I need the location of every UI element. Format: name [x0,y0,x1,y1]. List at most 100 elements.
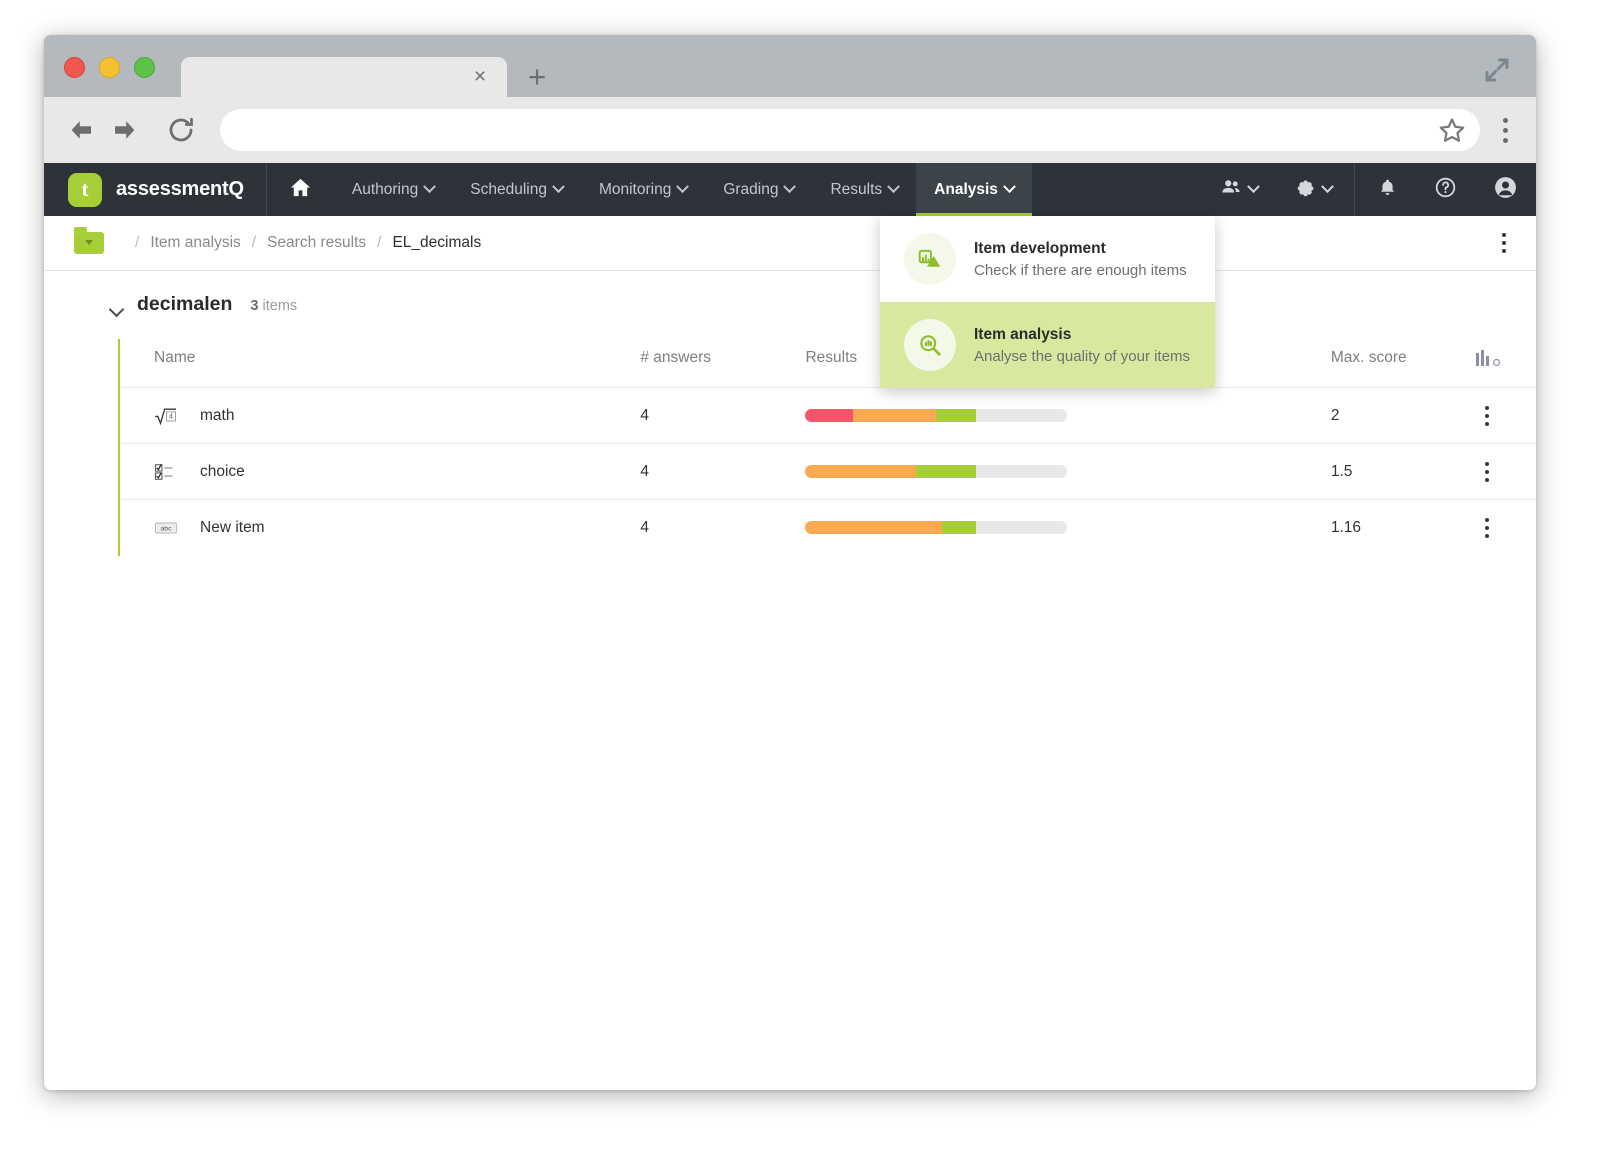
browser-toolbar [44,97,1536,163]
expand-window-icon[interactable] [1482,55,1512,85]
results-bar-segment [852,409,937,422]
column-header-max-score[interactable]: Max. score [1331,339,1476,388]
row-overflow-menu[interactable] [1476,461,1498,482]
cell-results [805,387,1331,444]
column-header-name[interactable]: Name [120,339,640,388]
nav-item-authoring[interactable]: Authoring [334,163,452,216]
cell-name: abc New item [120,499,641,556]
browser-tab[interactable]: × [181,57,507,97]
bell-icon [1377,177,1398,203]
table-row[interactable]: choice 4 1.5 [120,443,1536,500]
nav-item-results[interactable]: Results [812,163,916,216]
cell-answers: 4 [640,499,806,556]
breadcrumb-separator: / [251,234,257,251]
menu-item-texts: Item analysis Analyse the quality of you… [974,326,1190,365]
new-tab-button[interactable]: + [524,61,550,92]
cell-max-score: 2 [1330,387,1476,444]
menu-item-item-development[interactable]: Item development Check if there are enou… [880,216,1215,302]
cell-results [805,443,1331,500]
cell-name: choice [120,443,641,500]
results-bar-segment [915,465,976,478]
row-overflow-menu[interactable] [1476,405,1498,426]
math-sqrt-icon: 4 [154,406,178,426]
users-menu-button[interactable] [1202,163,1276,216]
menu-item-title: Item development [974,239,1106,257]
column-header-answers[interactable]: # answers [640,339,805,388]
close-window-button[interactable] [64,57,85,78]
app-navbar: t assessmentQ Authoring Scheduling Monit… [44,163,1536,216]
nav-home-button[interactable] [267,163,334,216]
breadcrumb-overflow-menu[interactable] [1498,229,1510,257]
svg-text:4: 4 [169,411,173,420]
nav-item-grading[interactable]: Grading [705,163,812,216]
chevron-down-icon [783,180,797,194]
cell-row-menu [1475,499,1536,556]
chevron-down-icon [676,180,690,194]
help-button[interactable] [1416,163,1475,216]
close-icon[interactable]: × [469,66,491,88]
cell-results [805,499,1331,556]
brand[interactable]: t assessmentQ [44,163,267,216]
column-settings-icon [1475,350,1536,367]
browser-window: × + t assessmentQ Authoring Scheduling M… [44,35,1536,1090]
group-count-number: 3 [250,298,259,314]
chevron-down-icon [1003,180,1016,194]
results-bar-segment [805,465,916,478]
menu-item-subtitle: Analyse the quality of your items [974,347,1190,365]
notifications-button[interactable] [1359,163,1416,216]
abc-text-icon: abc [154,518,178,538]
table-row[interactable]: 4 math 4 2 [120,387,1536,444]
minimize-window-button[interactable] [99,57,120,78]
maximize-window-button[interactable] [134,57,155,78]
nav-item-label: Grading [723,180,779,198]
screenshot-root: × + t assessmentQ Authoring Scheduling M… [0,0,1600,1150]
cell-row-menu [1475,443,1536,500]
back-icon[interactable] [66,115,96,145]
menu-item-item-analysis[interactable]: Item analysis Analyse the quality of you… [880,302,1215,388]
magnifier-chart-icon [904,319,956,371]
nav-item-analysis[interactable]: Analysis [916,163,1032,216]
column-settings-button[interactable] [1475,339,1536,388]
name-cell: abc New item [154,518,640,538]
avatar [1493,175,1518,205]
table-row[interactable]: abc New item 4 1.16 [120,499,1536,556]
menu-item-subtitle: Check if there are enough items [974,261,1187,279]
table-body: 4 math 4 2 choice 4 1.5 abc New item 4 1… [120,387,1536,556]
folder-dropdown-icon[interactable] [74,227,104,254]
help-icon [1434,176,1457,204]
reload-icon[interactable] [166,115,196,145]
breadcrumb-item-search-results[interactable]: Search results [267,234,366,252]
account-button[interactable] [1475,163,1536,216]
breadcrumb-item-item-analysis[interactable]: Item analysis [150,234,240,252]
nav-item-monitoring[interactable]: Monitoring [581,163,705,216]
address-bar[interactable] [220,109,1480,151]
name-cell: 4 math [154,406,640,426]
items-table: Name # answers Results Max. score 4 math… [120,339,1536,556]
svg-text:abc: abc [161,525,173,532]
chevron-down-icon[interactable] [110,303,125,318]
row-overflow-menu[interactable] [1476,517,1498,538]
menu-item-title: Item analysis [974,325,1072,343]
group-title: decimalen [137,293,233,315]
cell-row-menu [1475,387,1536,444]
group-header[interactable]: decimalen 3 items [44,293,1536,327]
chevron-down-icon [552,180,565,194]
chevron-down-icon [1321,180,1334,194]
chevron-down-icon [423,180,437,194]
nav-item-label: Monitoring [598,180,672,198]
table-header-row: Name # answers Results Max. score [120,339,1536,388]
breadcrumb: / Item analysis / Search results / EL_de… [124,234,481,252]
navbar-divider [1354,163,1355,216]
settings-menu-button[interactable] [1276,163,1350,216]
url-input[interactable] [220,109,1480,151]
results-bar [805,521,1068,535]
breadcrumb-separator: / [135,234,140,251]
results-bar [805,409,1068,422]
bookmark-star-icon[interactable] [1438,116,1466,144]
browser-menu-icon[interactable] [1492,113,1518,147]
breadcrumb-separator: / [377,234,382,251]
navbar-spacer [1032,163,1202,216]
nav-item-scheduling[interactable]: Scheduling [452,163,581,216]
group-item-count: 3 items [250,298,297,314]
forward-icon[interactable] [110,115,140,145]
